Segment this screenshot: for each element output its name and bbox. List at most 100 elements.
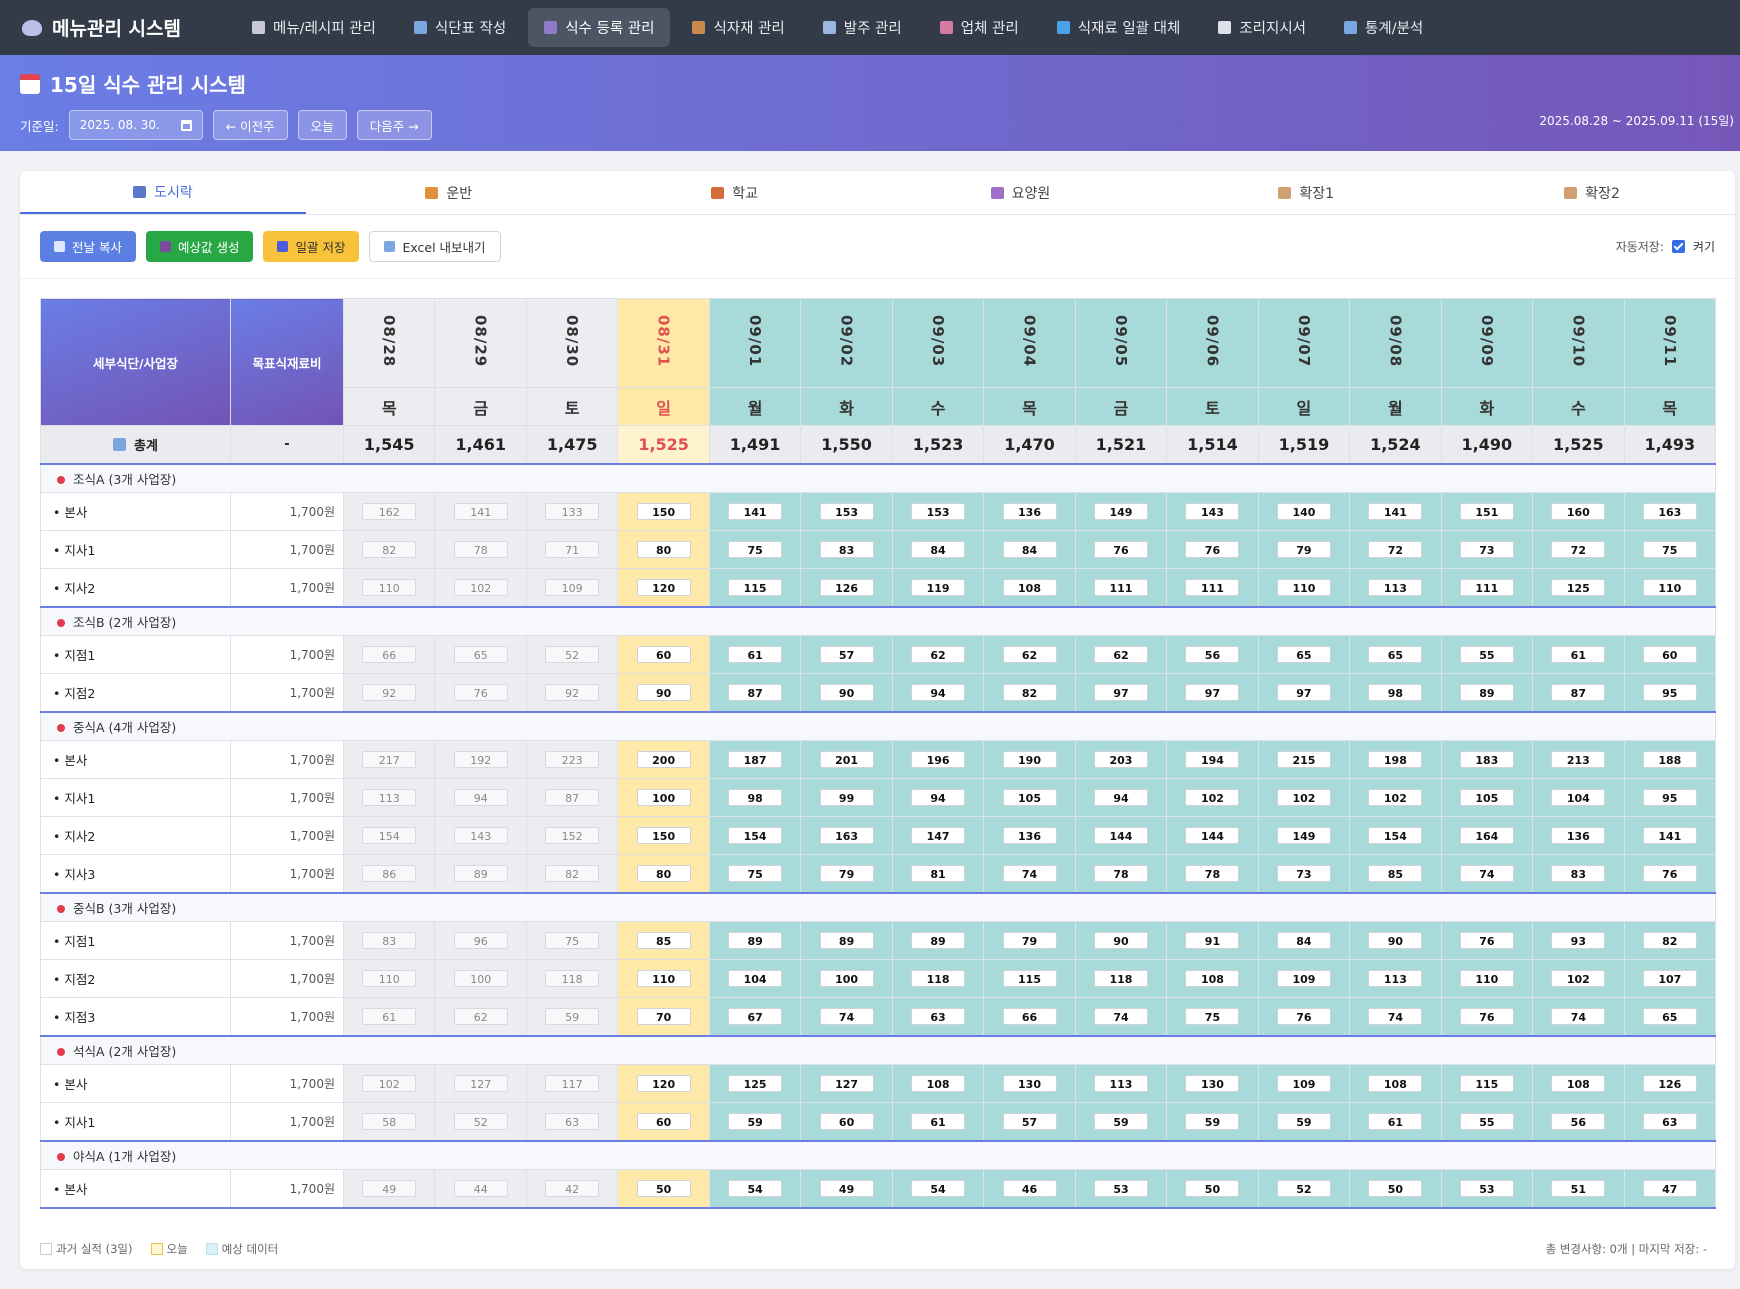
meal-count-input[interactable]: 111 — [1185, 578, 1240, 596]
meal-count-input[interactable]: 154 — [1368, 827, 1423, 844]
meal-count-input[interactable]: 74 — [1459, 864, 1514, 882]
meal-count-input[interactable]: 74 — [1002, 864, 1057, 882]
meal-count-input[interactable]: 60 — [636, 1112, 691, 1130]
meal-count-input[interactable]: 84 — [911, 541, 966, 558]
meal-count-input[interactable]: 97 — [1276, 683, 1331, 701]
meal-count-input[interactable]: 93 — [1551, 932, 1606, 949]
meal-count-input[interactable]: 108 — [1185, 970, 1240, 987]
meal-count-input[interactable]: 78 — [1093, 864, 1148, 882]
meal-count-input[interactable]: 56 — [1185, 646, 1240, 663]
meal-count-input[interactable]: 115 — [1459, 1075, 1514, 1092]
meal-count-input[interactable]: 65 — [1276, 646, 1331, 663]
meal-count-input[interactable]: 76 — [1459, 932, 1514, 949]
meal-count-input[interactable]: 109 — [1276, 970, 1331, 987]
meal-count-input[interactable]: 74 — [819, 1007, 874, 1025]
meal-count-input[interactable]: 98 — [1368, 683, 1423, 701]
meal-count-input[interactable]: 54 — [728, 1179, 783, 1197]
meal-count-input[interactable]: 160 — [1551, 503, 1606, 520]
meal-count-input[interactable]: 104 — [1551, 789, 1606, 806]
meal-count-input[interactable]: 54 — [911, 1179, 966, 1197]
meal-count-input[interactable]: 118 — [911, 970, 966, 987]
meal-count-input[interactable]: 73 — [1459, 541, 1514, 558]
meal-count-input[interactable]: 82 — [1002, 683, 1057, 701]
meal-count-input[interactable]: 90 — [819, 683, 874, 701]
meal-count-input[interactable]: 50 — [1368, 1179, 1423, 1197]
meal-count-input[interactable]: 72 — [1551, 541, 1606, 558]
meal-count-input[interactable]: 79 — [1002, 932, 1057, 949]
meal-count-input[interactable]: 94 — [1093, 789, 1148, 806]
meal-count-input[interactable]: 110 — [1642, 578, 1697, 596]
meal-count-input[interactable]: 108 — [1368, 1075, 1423, 1092]
meal-count-input[interactable]: 127 — [819, 1075, 874, 1092]
meal-count-input[interactable]: 98 — [728, 789, 783, 806]
meal-count-input[interactable]: 190 — [1002, 751, 1057, 768]
nav-item-0[interactable]: 메뉴/레시피 관리 — [236, 8, 392, 47]
base-date-input[interactable]: 2025. 08. 30. — [68, 110, 203, 140]
meal-count-input[interactable]: 144 — [1185, 827, 1240, 844]
tab-4[interactable]: 확장1 — [1163, 171, 1449, 214]
tab-1[interactable]: 운반 — [306, 171, 592, 214]
meal-count-input[interactable]: 196 — [911, 751, 966, 768]
meal-count-input[interactable]: 49 — [819, 1179, 874, 1197]
meal-count-input[interactable]: 66 — [1002, 1007, 1057, 1025]
meal-count-input[interactable]: 76 — [1459, 1007, 1514, 1025]
meal-count-input[interactable]: 213 — [1551, 751, 1606, 768]
meal-count-input[interactable]: 136 — [1551, 827, 1606, 844]
meal-count-input[interactable]: 60 — [819, 1112, 874, 1130]
meal-count-input[interactable]: 111 — [1459, 578, 1514, 596]
meal-count-input[interactable]: 79 — [1276, 541, 1331, 558]
meal-count-input[interactable]: 50 — [1185, 1179, 1240, 1197]
meal-count-input[interactable]: 61 — [1551, 646, 1606, 663]
nav-item-5[interactable]: 업체 관리 — [924, 8, 1035, 47]
meal-count-input[interactable]: 89 — [728, 932, 783, 949]
meal-count-input[interactable]: 67 — [728, 1007, 783, 1025]
nav-item-1[interactable]: 식단표 작성 — [398, 8, 522, 47]
meal-count-input[interactable]: 105 — [1002, 789, 1057, 806]
meal-count-input[interactable]: 75 — [1642, 541, 1697, 558]
meal-count-input[interactable]: 119 — [911, 578, 966, 596]
meal-count-input[interactable]: 94 — [911, 683, 966, 701]
meal-count-input[interactable]: 108 — [1002, 578, 1057, 596]
meal-count-input[interactable]: 108 — [911, 1075, 966, 1092]
meal-count-input[interactable]: 55 — [1459, 1112, 1514, 1130]
meal-count-input[interactable]: 72 — [1368, 541, 1423, 558]
tab-0[interactable]: 도시락 — [20, 171, 306, 214]
meal-count-input[interactable]: 90 — [1368, 932, 1423, 949]
bulk-save-button[interactable]: 일괄 저장 — [263, 231, 360, 262]
meal-count-input[interactable]: 91 — [1185, 932, 1240, 949]
nav-item-3[interactable]: 식자재 관리 — [676, 8, 800, 47]
meal-count-input[interactable]: 75 — [728, 541, 783, 558]
meal-count-input[interactable]: 80 — [636, 541, 691, 558]
meal-count-input[interactable]: 55 — [1459, 646, 1514, 663]
meal-count-input[interactable]: 113 — [1368, 970, 1423, 987]
tab-5[interactable]: 확장2 — [1449, 171, 1735, 214]
meal-count-input[interactable]: 110 — [1276, 578, 1331, 596]
meal-count-input[interactable]: 89 — [1459, 683, 1514, 701]
meal-count-input[interactable]: 200 — [636, 751, 691, 768]
meal-count-input[interactable]: 79 — [819, 864, 874, 882]
meal-count-input[interactable]: 62 — [1093, 646, 1148, 663]
meal-count-input[interactable]: 89 — [819, 932, 874, 949]
meal-count-input[interactable]: 89 — [911, 932, 966, 949]
meal-count-input[interactable]: 110 — [636, 970, 691, 987]
meal-count-input[interactable]: 81 — [911, 864, 966, 882]
meal-count-input[interactable]: 120 — [636, 578, 691, 596]
app-brand[interactable]: 메뉴관리 시스템 — [22, 14, 236, 41]
meal-count-input[interactable]: 118 — [1093, 970, 1148, 987]
meal-count-input[interactable]: 76 — [1185, 541, 1240, 558]
meal-count-input[interactable]: 151 — [1459, 503, 1514, 520]
meal-count-input[interactable]: 59 — [1276, 1112, 1331, 1130]
meal-count-input[interactable]: 75 — [728, 864, 783, 882]
meal-count-input[interactable]: 78 — [1185, 864, 1240, 882]
meal-count-input[interactable]: 183 — [1459, 751, 1514, 768]
meal-count-input[interactable]: 136 — [1002, 827, 1057, 844]
autosave-checkbox[interactable] — [1671, 240, 1685, 253]
meal-count-input[interactable]: 90 — [1093, 932, 1148, 949]
meal-count-input[interactable]: 94 — [911, 789, 966, 806]
meal-count-input[interactable]: 76 — [1276, 1007, 1331, 1025]
meal-count-input[interactable]: 198 — [1368, 751, 1423, 768]
calendar-picker-icon[interactable] — [180, 119, 192, 131]
nav-item-6[interactable]: 식재료 일괄 대체 — [1041, 8, 1197, 47]
meal-count-input[interactable]: 113 — [1093, 1075, 1148, 1092]
meal-count-input[interactable]: 115 — [1002, 970, 1057, 987]
